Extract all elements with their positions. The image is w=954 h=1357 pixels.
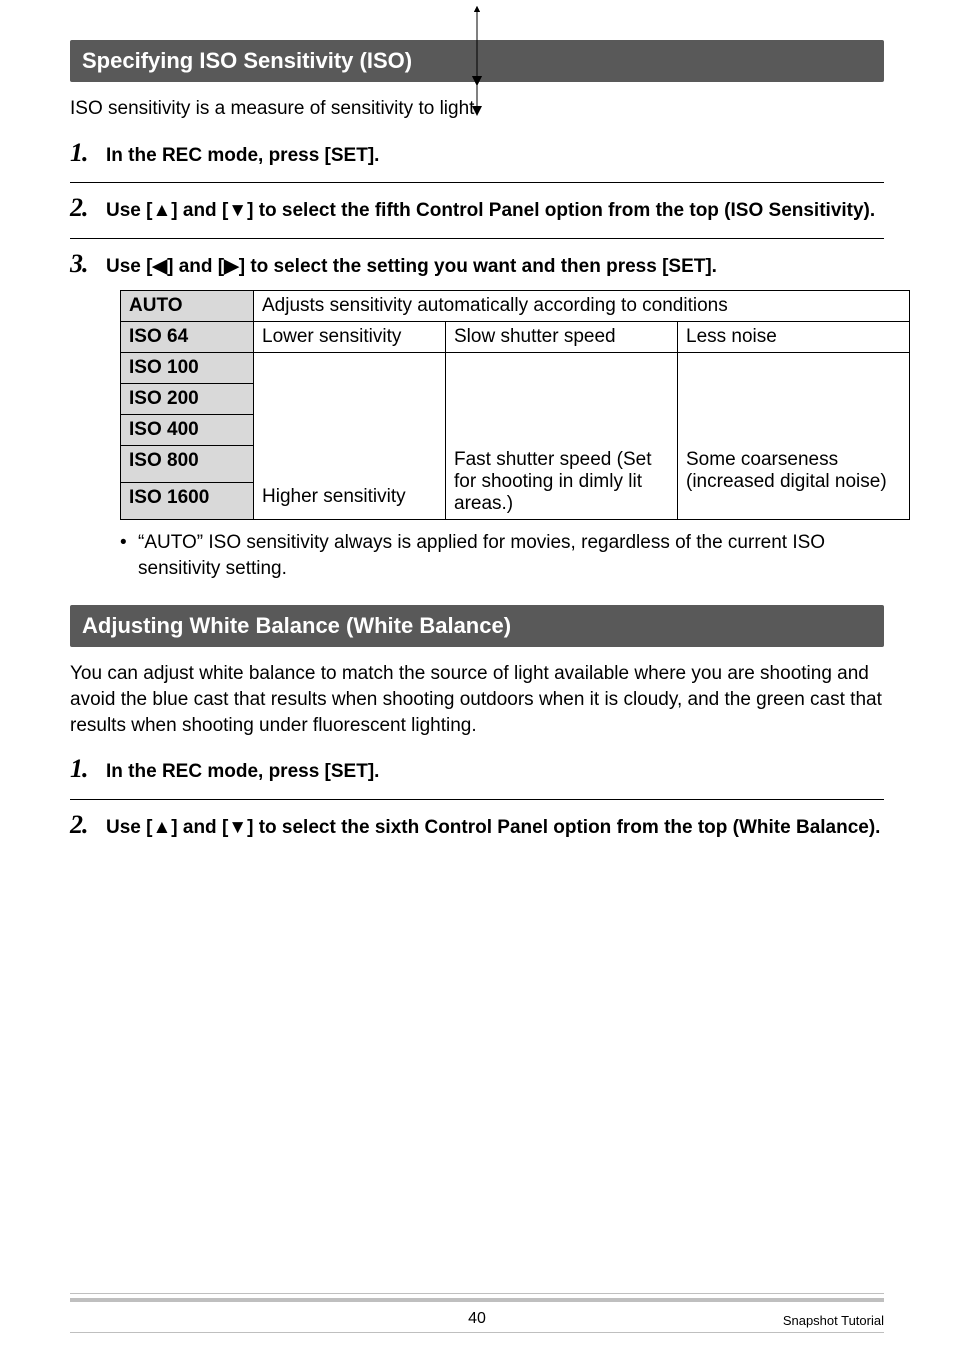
footer-section: Snapshot Tutorial	[783, 1313, 884, 1328]
step-text: In the REC mode, press [SET].	[106, 143, 379, 169]
iso-label: ISO 400	[121, 414, 254, 445]
text-prefix: Use [	[106, 256, 152, 277]
text-suffix: ] to select the setting you want and the…	[239, 256, 717, 277]
table-row: ISO 64 Lower sensitivity Slow shutter sp…	[121, 321, 910, 352]
text-suffix: ] to select the fifth Control Panel opti…	[247, 200, 875, 221]
iso-auto-desc: Adjusts sensitivity automatically accord…	[254, 290, 910, 321]
text-mid: ] and [	[171, 817, 228, 838]
shutter-top: Slow shutter speed	[446, 321, 678, 352]
iso-label: ISO 100	[121, 352, 254, 383]
table-row: ISO 100	[121, 352, 910, 383]
down-arrow-icon	[470, 6, 484, 86]
noise-top: Less noise	[678, 321, 910, 352]
step-wb-1: 1. In the REC mode, press [SET].	[70, 754, 884, 800]
table-row: AUTO Adjusts sensitivity automatically a…	[121, 290, 910, 321]
page-footer: 40 Snapshot Tutorial	[70, 1298, 884, 1333]
iso-label: ISO 800	[121, 445, 254, 482]
step-number: 2.	[70, 810, 96, 840]
text-suffix: ] to select the sixth Control Panel opti…	[247, 817, 880, 838]
bullet-icon: •	[120, 530, 130, 581]
wb-intro: You can adjust white balance to match th…	[70, 661, 884, 738]
iso-note: • “AUTO” ISO sensitivity always is appli…	[120, 530, 884, 581]
noise-arrow-cell	[678, 352, 910, 445]
text-prefix: Use [	[106, 200, 152, 221]
shutter-arrow-cell	[446, 352, 678, 445]
right-triangle-icon: ▶	[224, 256, 239, 277]
step-text: In the REC mode, press [SET].	[106, 759, 379, 785]
step-number: 3.	[70, 249, 96, 279]
step-iso-3: 3. Use [◀] and [▶] to select the setting…	[70, 249, 884, 581]
iso-auto-label: AUTO	[121, 290, 254, 321]
iso-table: AUTO Adjusts sensitivity automatically a…	[120, 290, 910, 521]
step-text: Use [◀] and [▶] to select the setting yo…	[106, 254, 717, 280]
up-triangle-icon: ▲	[152, 200, 171, 221]
note-text: “AUTO” ISO sensitivity always is applied…	[138, 530, 884, 581]
noise-bot: Some coarseness (increased digital noise…	[678, 445, 910, 520]
step-number: 2.	[70, 193, 96, 223]
sensitivity-bot: Higher sensitivity	[254, 482, 446, 519]
step-iso-1: 1. In the REC mode, press [SET].	[70, 138, 884, 184]
down-triangle-icon: ▼	[228, 817, 247, 838]
left-triangle-icon: ◀	[152, 256, 167, 277]
page-number: 40	[468, 1310, 486, 1328]
sensitivity-arrow-cell	[254, 352, 446, 482]
step-number: 1.	[70, 754, 96, 784]
sensitivity-top: Lower sensitivity	[254, 321, 446, 352]
step-number: 1.	[70, 138, 96, 168]
step-iso-2: 2. Use [▲] and [▼] to select the fifth C…	[70, 193, 884, 239]
table-row: ISO 800 Fast shutter speed (Set for shoo…	[121, 445, 910, 482]
up-triangle-icon: ▲	[152, 817, 171, 838]
shutter-bot: Fast shutter speed (Set for shooting in …	[446, 445, 678, 520]
iso-label: ISO 1600	[121, 482, 254, 519]
down-triangle-icon: ▼	[228, 200, 247, 221]
step-text: Use [▲] and [▼] to select the fifth Cont…	[106, 198, 875, 224]
section-title-wb: Adjusting White Balance (White Balance)	[70, 605, 884, 647]
step-text: Use [▲] and [▼] to select the sixth Cont…	[106, 815, 880, 841]
text-mid: ] and [	[167, 256, 224, 277]
step-wb-2: 2. Use [▲] and [▼] to select the sixth C…	[70, 810, 884, 841]
iso-label: ISO 200	[121, 383, 254, 414]
text-prefix: Use [	[106, 817, 152, 838]
iso-label: ISO 64	[121, 321, 254, 352]
text-mid: ] and [	[171, 200, 228, 221]
